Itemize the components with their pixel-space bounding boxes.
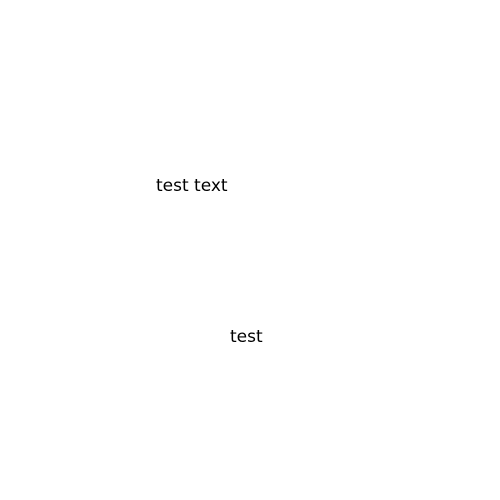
text-label-lower: test — [230, 327, 263, 347]
text-label-upper: test text — [156, 176, 228, 196]
